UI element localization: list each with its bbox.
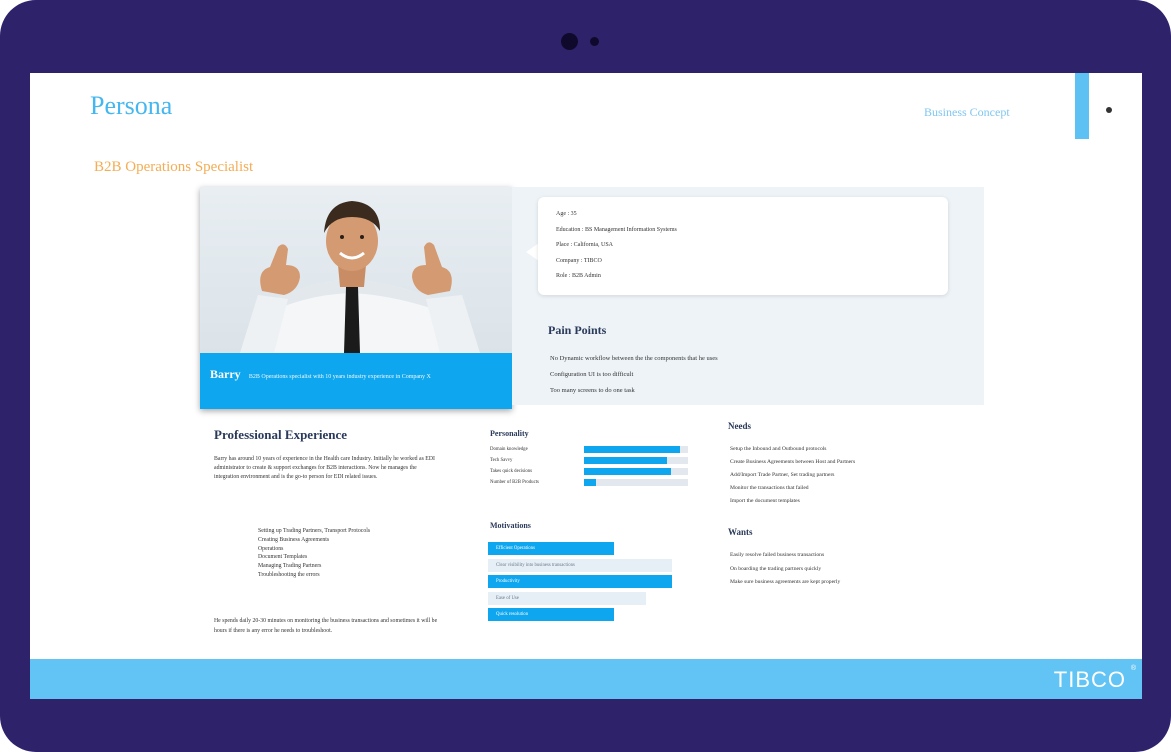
trait-fill: [584, 446, 680, 453]
trait-label: Number of B2B Products: [490, 480, 539, 485]
motivations-title: Motivations: [490, 521, 531, 530]
pain-point-item: Too many screens to do one task: [550, 387, 635, 394]
trait-row: Takes quick decisions: [490, 467, 690, 476]
wants-list: Easily resolve failed business transacti…: [730, 549, 840, 590]
professional-list-item: Creating Business Agreements: [258, 536, 330, 543]
trait-label: Tech Savvy: [490, 458, 513, 463]
tibco-logo: TIBCO: [1053, 667, 1126, 692]
business-concept-link[interactable]: Business Concept: [924, 105, 1010, 120]
menu-dot-icon[interactable]: [1106, 107, 1112, 113]
pain-points-list: No Dynamic workflow between the the comp…: [550, 351, 718, 399]
info-line: Role : B2B Admin: [556, 273, 601, 279]
trait-label: Domain knowledge: [490, 447, 528, 452]
wants-item: Make sure business agreements are kept p…: [730, 579, 841, 585]
slide-title: Persona: [90, 91, 173, 120]
info-line: Place : California, USA: [556, 242, 613, 248]
professional-experience-title: Professional Experience: [214, 427, 347, 442]
wants-item: On boarding the trading partners quickly: [730, 565, 822, 572]
professional-paragraph: Barry has around 10 years of experience …: [214, 456, 435, 480]
info-panel: Age : 35 Education : BS Management Infor…: [512, 187, 984, 405]
wants-item: Easily resolve failed business transacti…: [730, 552, 825, 558]
trait-track: [584, 446, 688, 453]
motivation-bar: Clear visibility into business transacti…: [488, 559, 672, 572]
wants-title: Wants: [728, 527, 753, 537]
footer-bar: TIBCO ®: [30, 659, 1142, 699]
pain-point-item: No Dynamic workflow between the the comp…: [550, 355, 718, 362]
needs-list: Setup the Inbound and Outbound protocols…: [730, 443, 855, 508]
needs-title: Needs: [728, 421, 751, 431]
registered-mark: ®: [1130, 665, 1136, 672]
professional-list-item: Managing Trading Partners: [258, 563, 322, 570]
professional-list-item: Operations: [258, 545, 284, 552]
persona-name-banner: Barry B2B Operations specialist with 10 …: [200, 353, 512, 409]
persona-photo-card: Barry B2B Operations specialist with 10 …: [200, 187, 512, 409]
pain-points-title: Pain Points: [548, 323, 607, 337]
trait-row: Tech Savvy: [490, 456, 690, 465]
motivation-bar: Ease of Use: [488, 592, 646, 605]
persona-photo: [240, 201, 480, 353]
tablet-frame: Persona Business Concept B2B Operations …: [0, 0, 1171, 752]
professional-list: Setting up Trading Partners, Transport P…: [258, 527, 370, 580]
trait-track: [584, 479, 688, 486]
trait-track: [584, 468, 688, 475]
camera-icon: [561, 33, 578, 50]
trait-fill: [584, 468, 672, 475]
trait-track: [584, 457, 688, 464]
professional-paragraph-2: He spends daily 20-30 minutes on monitor…: [214, 618, 438, 634]
trait-fill: [584, 479, 597, 486]
demographics-bubble: Age : 35 Education : BS Management Infor…: [538, 197, 948, 295]
slide-screen: Persona Business Concept B2B Operations …: [30, 73, 1142, 699]
trait-row: Number of B2B Products: [490, 478, 690, 487]
trait-row: Domain knowledge: [490, 445, 690, 454]
personality-title: Personality: [490, 429, 529, 438]
persona-quote: B2B Operations specialist with 10 years …: [248, 374, 431, 380]
pain-point-item: Configuration UI is too difficult: [550, 371, 634, 378]
trait-label: Takes quick decisions: [490, 469, 533, 474]
info-line: Age : 35: [556, 211, 577, 217]
needs-item: Monitor the transactions that failed: [730, 485, 809, 491]
motivation-bar: Productivity: [488, 575, 672, 588]
motivation-bar: Quick resolution: [488, 608, 614, 621]
info-line: Company : TIBCO: [556, 257, 602, 264]
needs-item: Add/Import Trade Partner, Set trading pa…: [730, 472, 835, 478]
header-accent-bar: [1075, 73, 1089, 139]
professional-list-item: Document Templates: [258, 554, 308, 561]
professional-list-item: Setting up Trading Partners, Transport P…: [258, 528, 371, 534]
needs-item: Import the document templates: [730, 498, 800, 504]
persona-name: Barry: [210, 367, 241, 381]
needs-item: Setup the Inbound and Outbound protocols: [730, 446, 827, 452]
persona-role: B2B Operations Specialist: [94, 159, 254, 175]
info-line: Education : BS Management Information Sy…: [556, 226, 677, 233]
needs-item: Create Business Agreements between Host …: [730, 459, 856, 465]
professional-list-item: Troubleshooting the errors: [258, 571, 320, 578]
motivation-bar: Efficient Operations: [488, 542, 614, 555]
trait-fill: [584, 457, 668, 464]
sensor-icon: [590, 37, 599, 46]
